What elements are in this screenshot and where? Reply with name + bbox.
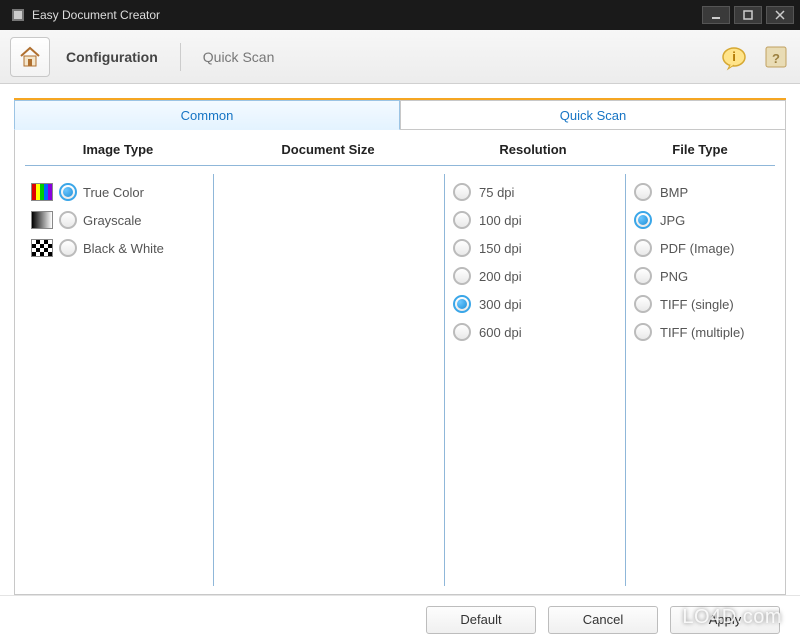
- column-resolution: 75 dpi 100 dpi 150 dpi 200 dpi: [445, 174, 625, 586]
- radio-icon: [453, 211, 471, 229]
- column-image-type: True Color Grayscale Black & White: [23, 174, 213, 586]
- default-button[interactable]: Default: [426, 606, 536, 634]
- tabs: Common Quick Scan: [14, 100, 786, 130]
- option-pdf-image[interactable]: PDF (Image): [634, 234, 769, 262]
- option-jpg[interactable]: JPG: [634, 206, 769, 234]
- option-600dpi[interactable]: 600 dpi: [453, 318, 617, 346]
- option-bmp[interactable]: BMP: [634, 178, 769, 206]
- radio-icon: [453, 183, 471, 201]
- option-png[interactable]: PNG: [634, 262, 769, 290]
- radio-icon: [453, 267, 471, 285]
- radio-icon: [453, 239, 471, 257]
- svg-text:i: i: [732, 49, 736, 64]
- toolbar: Configuration Quick Scan i ?: [0, 30, 800, 84]
- help-icon[interactable]: ?: [762, 43, 790, 71]
- tab-common[interactable]: Common: [14, 100, 400, 130]
- swatch-bw-icon: [31, 239, 53, 257]
- option-label: 75 dpi: [479, 185, 514, 200]
- cancel-button[interactable]: Cancel: [548, 606, 658, 634]
- header-file-type: File Type: [623, 142, 777, 157]
- option-tiff-single[interactable]: TIFF (single): [634, 290, 769, 318]
- option-150dpi[interactable]: 150 dpi: [453, 234, 617, 262]
- radio-icon: [634, 295, 652, 313]
- column-file-type: BMP JPG PDF (Image) PNG: [626, 174, 777, 586]
- breadcrumb-quick-scan: Quick Scan: [203, 49, 275, 65]
- breadcrumb-divider: [180, 43, 181, 71]
- option-label: PNG: [660, 269, 688, 284]
- option-label: 100 dpi: [479, 213, 522, 228]
- swatch-gray-icon: [31, 211, 53, 229]
- radio-icon: [453, 323, 471, 341]
- radio-icon: [59, 183, 77, 201]
- option-label: TIFF (multiple): [660, 325, 745, 340]
- column-headers: Image Type Document Size Resolution File…: [15, 130, 785, 165]
- radio-icon: [453, 295, 471, 313]
- columns-body: True Color Grayscale Black & White: [15, 174, 785, 594]
- option-label: Black & White: [83, 241, 164, 256]
- radio-icon: [59, 239, 77, 257]
- titlebar: Easy Document Creator: [0, 0, 800, 30]
- option-100dpi[interactable]: 100 dpi: [453, 206, 617, 234]
- radio-icon: [634, 211, 652, 229]
- header-resolution: Resolution: [443, 142, 623, 157]
- option-label: 300 dpi: [479, 297, 522, 312]
- option-75dpi[interactable]: 75 dpi: [453, 178, 617, 206]
- option-label: Grayscale: [83, 213, 142, 228]
- header-document-size: Document Size: [213, 142, 443, 157]
- radio-icon: [59, 211, 77, 229]
- apply-button[interactable]: Apply: [670, 606, 780, 634]
- maximize-button[interactable]: [734, 6, 762, 24]
- header-image-type: Image Type: [23, 142, 213, 157]
- radio-icon: [634, 239, 652, 257]
- tab-quick-scan[interactable]: Quick Scan: [400, 100, 786, 130]
- option-true-color[interactable]: True Color: [31, 178, 205, 206]
- radio-icon: [634, 323, 652, 341]
- radio-icon: [634, 183, 652, 201]
- option-label: 600 dpi: [479, 325, 522, 340]
- radio-icon: [634, 267, 652, 285]
- close-button[interactable]: [766, 6, 794, 24]
- svg-text:?: ?: [772, 51, 780, 66]
- option-label: JPG: [660, 213, 685, 228]
- option-label: 150 dpi: [479, 241, 522, 256]
- column-document-size: [214, 174, 444, 586]
- app-icon: [10, 7, 26, 23]
- breadcrumb-configuration[interactable]: Configuration: [66, 49, 158, 65]
- info-icon[interactable]: i: [720, 43, 748, 71]
- app-window: Easy Document Creator Configuration Quic…: [0, 0, 800, 643]
- option-black-white[interactable]: Black & White: [31, 234, 205, 262]
- option-label: BMP: [660, 185, 688, 200]
- header-divider: [25, 165, 775, 166]
- option-tiff-multiple[interactable]: TIFF (multiple): [634, 318, 769, 346]
- settings-panel: Image Type Document Size Resolution File…: [14, 130, 786, 595]
- swatch-color-icon: [31, 183, 53, 201]
- option-label: PDF (Image): [660, 241, 734, 256]
- home-button[interactable]: [10, 37, 50, 77]
- option-grayscale[interactable]: Grayscale: [31, 206, 205, 234]
- option-200dpi[interactable]: 200 dpi: [453, 262, 617, 290]
- option-label: True Color: [83, 185, 144, 200]
- content-area: Common Quick Scan Image Type Document Si…: [0, 84, 800, 595]
- option-300dpi[interactable]: 300 dpi: [453, 290, 617, 318]
- option-label: 200 dpi: [479, 269, 522, 284]
- window-title: Easy Document Creator: [32, 8, 700, 22]
- button-row: Default Cancel Apply: [0, 595, 800, 643]
- minimize-button[interactable]: [702, 6, 730, 24]
- option-label: TIFF (single): [660, 297, 734, 312]
